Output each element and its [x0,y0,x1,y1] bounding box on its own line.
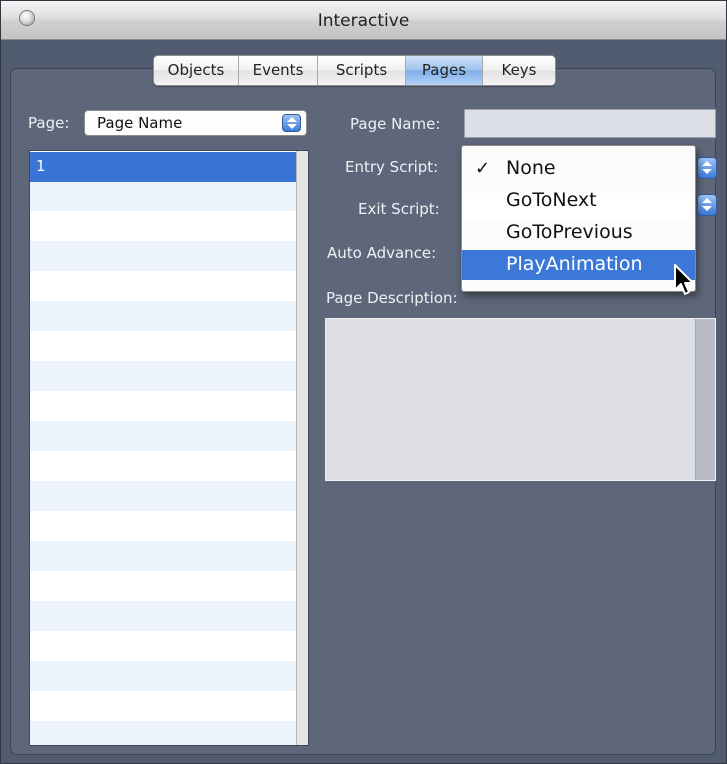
page-description-scrollbar[interactable] [695,319,715,480]
interactive-window: Interactive Objects Events Scripts Pages… [0,0,727,764]
page-list-item[interactable]: 1 [30,152,296,182]
menu-item-playanimation[interactable]: PlayAnimation [462,250,695,280]
menu-item-none[interactable]: ✓ None [462,154,695,184]
exit-script-label: Exit Script: [358,200,440,218]
page-name-field[interactable] [464,109,716,138]
entry-script-arrows-icon[interactable] [697,157,717,179]
page-list-rows [30,151,296,745]
tab-scripts[interactable]: Scripts [318,56,406,85]
page-selector-value: Page Name [97,114,183,132]
mouse-pointer-icon [674,264,694,295]
tab-objects[interactable]: Objects [154,56,239,85]
menu-item-label: GoToNext [506,189,597,211]
entry-script-label: Entry Script: [345,158,439,176]
entry-script-menu: ✓ None GoToNext GoToPrevious PlayAnimati… [461,145,696,292]
checkmark-icon: ✓ [475,158,491,179]
menu-item-gotoprevious[interactable]: GoToPrevious [462,218,695,248]
page-list-scrollbar[interactable] [296,151,308,745]
auto-advance-label: Auto Advance: [327,244,437,262]
page-selector-label: Page: [28,114,70,132]
tab-bar: Objects Events Scripts Pages Keys [153,55,556,86]
title-bar[interactable]: Interactive [1,1,726,40]
menu-item-gotonext[interactable]: GoToNext [462,186,695,216]
tab-pages[interactable]: Pages [406,56,483,85]
exit-script-arrows-icon[interactable] [697,194,717,216]
page-description-label: Page Description: [326,289,458,307]
menu-item-label: PlayAnimation [506,253,643,275]
menu-item-label: GoToPrevious [506,221,633,243]
window-title: Interactive [317,11,410,31]
popup-arrows-icon [282,114,301,132]
page-list[interactable]: 1 [29,150,309,746]
menu-item-label: None [506,157,556,179]
tab-events[interactable]: Events [239,56,318,85]
page-description-field[interactable] [325,318,716,481]
page-selector-popup[interactable]: Page Name [84,110,307,136]
page-name-label: Page Name: [350,115,441,133]
page-list-item-label: 1 [36,157,46,175]
tab-keys[interactable]: Keys [483,56,555,85]
